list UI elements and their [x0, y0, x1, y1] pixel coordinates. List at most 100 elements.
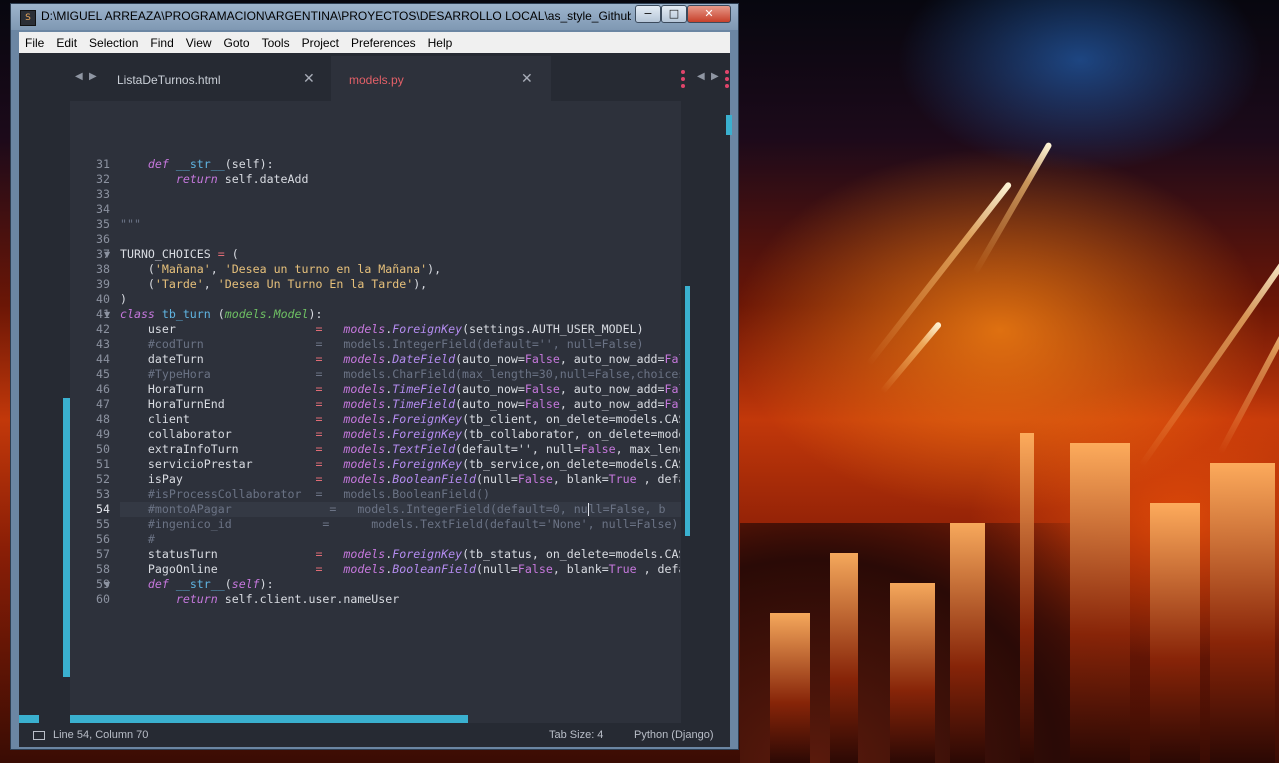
menu-project[interactable]: Project [296, 33, 345, 54]
cursor-position: Line 54, Column 70 [53, 729, 149, 741]
line-number: 42 [96, 322, 110, 336]
tab-models-py[interactable]: models.py ✕ [331, 56, 551, 101]
code-line[interactable]: def __str__(self): [120, 577, 680, 592]
tab-listadeturnos[interactable]: ListaDeTurnos.html ✕ [99, 56, 331, 101]
vertical-scrollbar-thumb[interactable] [726, 115, 732, 135]
menu-file[interactable]: File [19, 33, 50, 54]
more-options-icon[interactable] [725, 70, 729, 91]
line-number: 51 [96, 457, 110, 471]
city-skyline [740, 403, 1279, 763]
menu-help[interactable]: Help [422, 33, 459, 54]
code-line[interactable]: ) [120, 292, 680, 307]
code-line[interactable]: class tb_turn (models.Model): [120, 307, 680, 322]
tab-scroll-right-icon[interactable]: ▶ [89, 71, 97, 82]
building [830, 553, 858, 763]
panel-toggle-icon[interactable] [33, 731, 45, 740]
minimize-button[interactable]: − [635, 5, 661, 23]
code-line[interactable]: #codTurn = models.IntegerField(default='… [120, 337, 680, 352]
sublime-text-window: S D:\MIGUEL ARREAZA\PROGRAMACION\ARGENTI… [10, 3, 739, 750]
code-line[interactable]: ('Tarde', 'Desea Un Turno En la Tarde'), [120, 277, 680, 292]
code-line[interactable]: servicioPrestar = models.ForeignKey(tb_s… [120, 457, 680, 472]
title-bar[interactable]: S D:\MIGUEL ARREAZA\PROGRAMACION\ARGENTI… [11, 4, 738, 30]
minimap-viewport[interactable] [685, 286, 690, 536]
code-line[interactable]: HoraTurnEnd = models.TimeField(auto_now=… [120, 397, 680, 412]
code-line[interactable]: """ [120, 217, 680, 232]
building [770, 613, 810, 763]
line-number: 35 [96, 217, 110, 231]
line-number: 50 [96, 442, 110, 456]
code-line[interactable]: return self.dateAdd [120, 172, 680, 187]
menu-find[interactable]: Find [144, 33, 179, 54]
line-number: 54 [96, 502, 110, 516]
line-number: 31 [96, 157, 110, 171]
line-number: 52 [96, 472, 110, 486]
tab-scroll-left-icon[interactable]: ◀ [697, 71, 705, 82]
code-line[interactable]: ('Mañana', 'Desea un turno en la Mañana'… [120, 262, 680, 277]
fold-arrow-icon[interactable]: ▼ [104, 250, 110, 259]
line-number: 49 [96, 427, 110, 441]
window-title: D:\MIGUEL ARREAZA\PROGRAMACION\ARGENTINA… [41, 9, 631, 23]
close-tab-icon[interactable]: ✕ [303, 70, 315, 87]
menu-goto[interactable]: Goto [218, 33, 256, 54]
horizontal-scrollbar-left[interactable] [19, 715, 39, 723]
more-options-icon[interactable] [681, 70, 685, 91]
code-line[interactable]: HoraTurn = models.TimeField(auto_now=Fal… [120, 382, 680, 397]
code-line[interactable]: #ingenico_id = models.TextField(default=… [120, 517, 680, 532]
code-line[interactable]: collaborator = models.ForeignKey(tb_coll… [120, 427, 680, 442]
building [890, 583, 935, 763]
tab-scroll-left-icon[interactable]: ◀ [75, 71, 83, 82]
line-number: 43 [96, 337, 110, 351]
close-button[interactable]: ✕ [687, 5, 731, 23]
line-number: 46 [96, 382, 110, 396]
meteor [972, 141, 1053, 275]
tab-size-indicator[interactable]: Tab Size: 4 [549, 723, 603, 747]
line-number: 39 [96, 277, 110, 291]
line-number: 45 [96, 367, 110, 381]
code-line[interactable] [120, 232, 680, 247]
fold-arrow-icon[interactable]: ▼ [104, 310, 110, 319]
fold-arrow-icon[interactable]: ▼ [104, 580, 110, 589]
menu-view[interactable]: View [180, 33, 218, 54]
line-number: 40 [96, 292, 110, 306]
code-line[interactable]: dateTurn = models.DateField(auto_now=Fal… [120, 352, 680, 367]
line-number: 56 [96, 532, 110, 546]
maximize-button[interactable]: □ [661, 5, 687, 23]
line-number: 38 [96, 262, 110, 276]
building [1020, 433, 1034, 763]
syntax-indicator[interactable]: Python (Django) [634, 723, 714, 747]
code-line[interactable]: #montoAPagar = models.IntegerField(defau… [120, 502, 680, 517]
code-line[interactable]: return self.client.user.nameUser [120, 592, 680, 607]
menu-tools[interactable]: Tools [256, 33, 296, 54]
code-line[interactable]: client = models.ForeignKey(tb_client, on… [120, 412, 680, 427]
code-line[interactable]: isPay = models.BooleanField(null=False, … [120, 472, 680, 487]
building [1210, 463, 1275, 763]
code-line[interactable]: user = models.ForeignKey(settings.AUTH_U… [120, 322, 680, 337]
menu-preferences[interactable]: Preferences [345, 33, 422, 54]
menu-edit[interactable]: Edit [50, 33, 83, 54]
minimap[interactable] [681, 101, 730, 723]
code-line[interactable]: # [120, 532, 680, 547]
code-line[interactable]: extraInfoTurn = models.TextField(default… [120, 442, 680, 457]
line-number: 48 [96, 412, 110, 426]
line-number: 55 [96, 517, 110, 531]
code-line[interactable]: PagoOnline = models.BooleanField(null=Fa… [120, 562, 680, 577]
code-line[interactable] [120, 187, 680, 202]
building [950, 523, 985, 763]
code-line[interactable]: statusTurn = models.ForeignKey(tb_status… [120, 547, 680, 562]
menu-bar: File Edit Selection Find View Goto Tools Projec… [19, 32, 730, 53]
line-number: 34 [96, 202, 110, 216]
horizontal-scrollbar-thumb[interactable] [70, 715, 468, 723]
tab-label: models.py [349, 73, 404, 87]
close-tab-icon[interactable]: ✕ [521, 70, 533, 87]
code-line[interactable] [120, 202, 680, 217]
editor-pane: ◀ ▶ ListaDeTurnos.html ✕ models.py ✕ ◀ ▶… [19, 53, 732, 723]
code-view[interactable]: def __str__(self): return self.dateAdd ""… [120, 101, 681, 723]
code-line[interactable]: TURNO_CHOICES = ( [120, 247, 680, 262]
code-line[interactable]: #isProcessCollaborator = models.BooleanF… [120, 487, 680, 502]
line-number: 36 [96, 232, 110, 246]
code-line[interactable]: def __str__(self): [120, 157, 680, 172]
status-bar: Line 54, Column 70 Tab Size: 4 Python (D… [19, 723, 730, 747]
code-line[interactable]: #TypeHora = models.CharField(max_length=… [120, 367, 680, 382]
menu-selection[interactable]: Selection [83, 33, 144, 54]
tab-scroll-right-icon[interactable]: ▶ [711, 71, 719, 82]
